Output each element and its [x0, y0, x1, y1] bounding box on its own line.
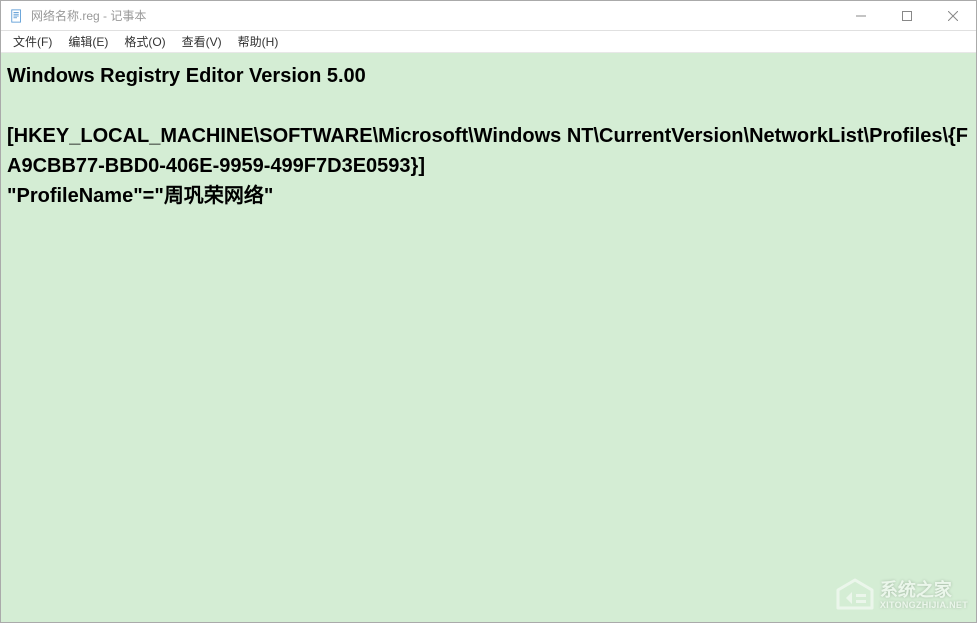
watermark-sub: XITONGZHIJIA.NET [880, 601, 968, 611]
watermark-text: 系统之家 XITONGZHIJIA.NET [880, 581, 968, 611]
maximize-button[interactable] [884, 1, 930, 30]
minimize-button[interactable] [838, 1, 884, 30]
menu-format[interactable]: 格式(O) [116, 31, 173, 52]
watermark-logo-icon [834, 578, 876, 614]
window-title: 网络名称.reg - 记事本 [31, 7, 838, 24]
editor-content: Windows Registry Editor Version 5.00 [HK… [7, 65, 968, 207]
close-button[interactable] [930, 1, 976, 30]
titlebar[interactable]: 网络名称.reg - 记事本 [1, 1, 976, 31]
menubar: 文件(F) 编辑(E) 格式(O) 查看(V) 帮助(H) [1, 31, 976, 53]
menu-view[interactable]: 查看(V) [174, 31, 230, 52]
menu-file[interactable]: 文件(F) [5, 31, 60, 52]
notepad-window: 网络名称.reg - 记事本 文件(F) 编辑(E) 格式(O) 查看(V) 帮… [0, 0, 977, 623]
menu-edit[interactable]: 编辑(E) [60, 31, 116, 52]
menu-help[interactable]: 帮助(H) [230, 31, 287, 52]
watermark-main: 系统之家 [880, 581, 968, 601]
watermark: 系统之家 XITONGZHIJIA.NET [834, 578, 968, 614]
text-editor[interactable]: Windows Registry Editor Version 5.00 [HK… [1, 53, 976, 622]
window-controls [838, 1, 976, 30]
notepad-icon [9, 8, 25, 24]
